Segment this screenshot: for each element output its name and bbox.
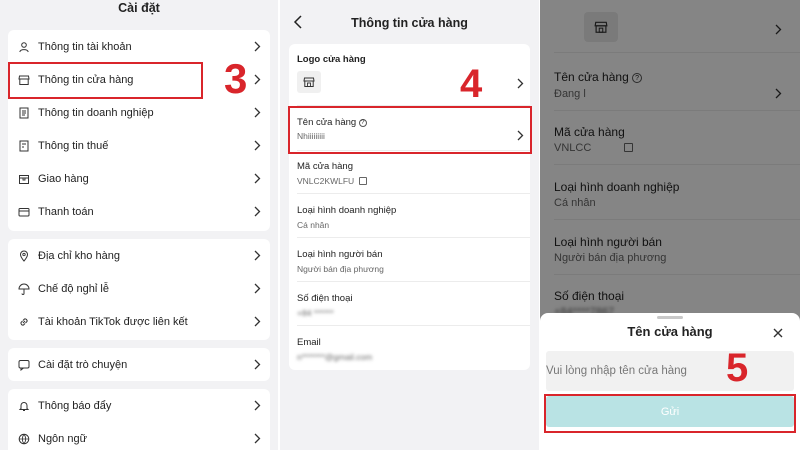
store-name-dialog-screen: Tên cửa hàng ? Đang l Mã cửa hàng VNLCC … [540, 0, 800, 450]
chevron-right-icon [253, 316, 261, 327]
chevron-right-icon [253, 107, 261, 118]
settings-item-label: Ngôn ngữ [38, 432, 87, 445]
settings-item-shipping[interactable]: Giao hàng [8, 162, 270, 195]
settings-item-chat[interactable]: Cài đặt trò chuyện [8, 348, 270, 381]
chevron-right-icon [253, 140, 261, 151]
chevron-right-icon [253, 359, 261, 370]
store-icon [303, 77, 315, 87]
settings-item-label: Thông tin thuế [38, 139, 109, 152]
divider [297, 281, 530, 282]
store-info-title: Thông tin cửa hàng [351, 16, 468, 30]
store-code-value: VNLC2KWLFU [297, 176, 355, 186]
store-name-placeholder: Vui lòng nhập tên cửa hàng [546, 365, 687, 377]
step-number: 3 [224, 55, 248, 102]
chevron-right-icon [253, 41, 261, 52]
settings-item-label: Thông tin tài khoản [38, 40, 132, 53]
business-type-value: Cá nhân [297, 220, 330, 230]
store-code-row: VNLC2KWLFU [297, 176, 367, 186]
settings-item-tax-info[interactable]: Thông tin thuế [8, 129, 270, 162]
settings-screen: Cài đặt Thông tin tài khoản Thông tin cử… [0, 0, 278, 450]
store-logo-label: Logo cửa hàng [297, 54, 366, 65]
settings-item-tiktok-account[interactable]: Tài khoản TikTok được liên kết [8, 305, 270, 338]
tax-icon [18, 140, 30, 152]
bell-icon [18, 400, 30, 412]
store-name-input[interactable]: Vui lòng nhập tên cửa hàng [546, 351, 794, 391]
settings-item-label: Địa chỉ kho hàng [38, 249, 120, 262]
card-icon [18, 206, 30, 218]
copy-icon[interactable] [358, 177, 367, 185]
close-icon[interactable] [772, 326, 784, 338]
business-type-label: Loại hình doanh nghiệp [297, 205, 397, 216]
settings-item-warehouse[interactable]: Địa chỉ kho hàng [8, 239, 270, 272]
chevron-right-icon [253, 250, 261, 261]
highlight-store-info [8, 62, 203, 99]
store-code-label: Mã cửa hàng [297, 161, 354, 172]
settings-item-label: Thông tin doanh nghiệp [38, 106, 154, 119]
link-icon [18, 316, 30, 328]
settings-item-payment[interactable]: Thanh toán [8, 195, 270, 228]
step-number: 5 [726, 346, 749, 390]
chevron-right-icon [253, 433, 261, 444]
divider [297, 325, 530, 326]
chevron-right-icon [253, 400, 261, 411]
divider [297, 237, 530, 238]
highlight-store-name [288, 106, 532, 154]
settings-group-2: Địa chỉ kho hàng Chế độ nghỉ lễ Tài khoả… [8, 239, 270, 340]
phone-label: Số điện thoại [297, 293, 353, 304]
sheet-title: Tên cửa hàng [627, 324, 713, 339]
store-info-screen: Thông tin cửa hàng Logo cửa hàng Tên cửa… [280, 0, 539, 450]
settings-item-language[interactable]: Ngôn ngữ [8, 422, 270, 450]
phone-value: +84 ****** [297, 308, 334, 318]
settings-item-label: Thanh toán [38, 205, 94, 218]
globe-icon [18, 433, 30, 445]
settings-item-label: Chế độ nghỉ lễ [38, 282, 109, 295]
step-number: 4 [460, 62, 483, 106]
seller-type-label: Loại hình người bán [297, 249, 383, 260]
store-info-card: Logo cửa hàng Tên cửa hàng ? Nhiiiiiiiii… [289, 44, 530, 370]
document-icon [18, 107, 30, 119]
store-logo-image [297, 71, 321, 93]
settings-item-label: Thông báo đẩy [38, 399, 112, 412]
chevron-right-icon [253, 173, 261, 184]
chat-icon [18, 359, 30, 371]
box-icon [18, 173, 30, 185]
email-value: n*******@gmail.com [297, 352, 373, 362]
settings-group-4: Thông báo đẩy Ngôn ngữ [8, 389, 270, 450]
settings-item-label: Tài khoản TikTok được liên kết [38, 315, 188, 328]
store-logo-row[interactable]: Logo cửa hàng [289, 44, 530, 104]
chevron-right-icon [516, 78, 524, 89]
settings-title: Cài đặt [118, 1, 160, 15]
settings-item-label: Cài đặt trò chuyện [38, 358, 128, 371]
user-icon [18, 41, 30, 53]
email-label: Email [297, 337, 321, 348]
chevron-right-icon [253, 74, 261, 85]
settings-item-push-notifications[interactable]: Thông báo đẩy [8, 389, 270, 422]
chevron-right-icon [253, 283, 261, 294]
chevron-right-icon [253, 206, 261, 217]
seller-type-value: Người bán địa phương [297, 264, 384, 274]
divider [297, 193, 530, 194]
umbrella-icon [18, 283, 30, 295]
settings-group-3: Cài đặt trò chuyện [8, 348, 270, 381]
settings-item-label: Giao hàng [38, 172, 89, 185]
highlight-submit-button [544, 394, 796, 433]
settings-item-holiday-mode[interactable]: Chế độ nghỉ lễ [8, 272, 270, 305]
location-pin-icon [18, 250, 30, 262]
sheet-grab-handle[interactable] [657, 316, 683, 319]
